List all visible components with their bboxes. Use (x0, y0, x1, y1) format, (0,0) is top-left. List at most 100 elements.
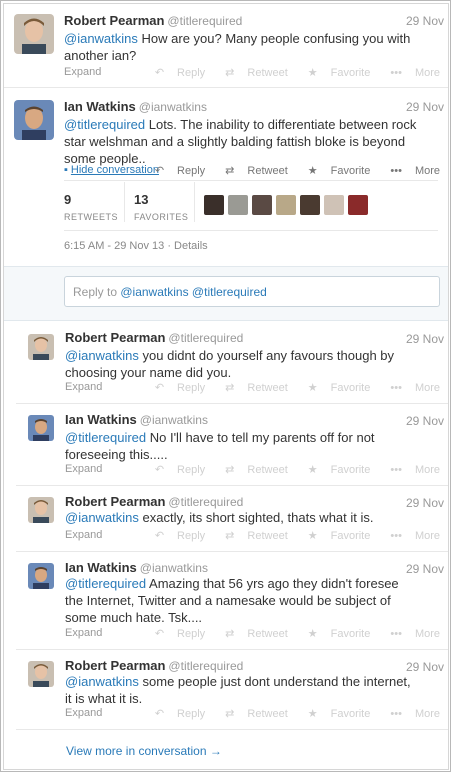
more-button[interactable]: ••• More (380, 67, 440, 79)
fullname[interactable]: Ian Watkins (65, 560, 137, 575)
retweet-icon: ⇄ (225, 530, 235, 542)
favorite-button[interactable]: ★ Favorite (298, 165, 371, 177)
more-button[interactable]: ••• More (380, 530, 440, 542)
favorite-button[interactable]: ★ Favorite (298, 530, 371, 542)
star-icon: ★ (307, 628, 318, 640)
avatar[interactable] (348, 195, 368, 215)
retweet-button[interactable]: ⇄ Retweet (215, 530, 288, 542)
avatar[interactable] (28, 415, 54, 441)
more-button[interactable]: ••• More (380, 382, 440, 394)
avatar[interactable] (14, 100, 54, 140)
favorite-button[interactable]: ★ Favorite (298, 628, 371, 640)
retweet-icon: ⇄ (225, 464, 235, 476)
handle[interactable]: @ianwatkins (139, 100, 207, 114)
mention-link[interactable]: @titlerequired (65, 430, 146, 445)
timestamp[interactable]: 29 Nov (406, 14, 444, 28)
tweet-text: @ianwatkins some people just dont unders… (65, 673, 420, 707)
reply-icon: ↶ (154, 708, 165, 720)
retweet-icon: ⇄ (225, 708, 235, 720)
reply-button[interactable]: ↶ Reply (145, 464, 205, 476)
avatar[interactable] (276, 195, 296, 215)
handle[interactable]: @titlerequired (167, 14, 242, 28)
reply-button[interactable]: ↶ Reply (145, 67, 205, 79)
expand-link[interactable]: Expand (65, 529, 102, 541)
fullname[interactable]: Robert Pearman (65, 658, 165, 673)
reply-mention: @ianwatkins (120, 285, 189, 299)
more-button[interactable]: ••• More (380, 628, 440, 640)
avatar[interactable] (204, 195, 224, 215)
avatar[interactable] (228, 195, 248, 215)
mention-link[interactable]: @ianwatkins (65, 348, 139, 363)
favorite-button[interactable]: ★ Favorite (298, 464, 371, 476)
tweet-actions: ↶ Reply ⇄ Retweet ★ Favorite ••• More (135, 381, 440, 394)
expand-link[interactable]: Expand (65, 707, 102, 719)
avatar[interactable] (28, 334, 54, 360)
fullname[interactable]: Ian Watkins (65, 412, 137, 427)
handle[interactable]: @titlerequired (168, 495, 243, 509)
avatar[interactable] (28, 661, 54, 687)
view-more-link[interactable]: View more in conversation → (66, 744, 222, 758)
more-button[interactable]: ••• More (380, 708, 440, 720)
expand-link[interactable]: Expand (65, 627, 102, 639)
fullname[interactable]: Robert Pearman (64, 13, 164, 28)
favorite-button[interactable]: ★ Favorite (298, 382, 371, 394)
reply-button[interactable]: ↶ Reply (145, 382, 205, 394)
fullname[interactable]: Robert Pearman (65, 494, 165, 509)
handle[interactable]: @titlerequired (168, 659, 243, 673)
avatar[interactable] (324, 195, 344, 215)
tweet-detail-time[interactable]: 6:15 AM - 29 Nov 13 · Details (64, 240, 208, 252)
conversation-tweet[interactable]: Robert Pearman @titlerequired 29 Nov @ian… (16, 322, 448, 404)
timestamp[interactable]: 29 Nov (406, 414, 444, 428)
favorites-stat[interactable]: 13 FAVORITES (134, 192, 188, 222)
tweet-header: Ian Watkins @ianwatkins (65, 412, 208, 427)
reply-button[interactable]: ↶ Reply (145, 530, 205, 542)
mention-link[interactable]: @ianwatkins (64, 31, 138, 46)
timestamp[interactable]: 29 Nov (406, 332, 444, 346)
timestamp[interactable]: 29 Nov (406, 496, 444, 510)
more-button[interactable]: ••• More (380, 165, 440, 177)
timestamp[interactable]: 29 Nov (406, 100, 444, 114)
mention-link[interactable]: @ianwatkins (65, 674, 139, 689)
conversation-tweet[interactable]: Robert Pearman @titlerequired 29 Nov @ian… (16, 650, 448, 730)
handle[interactable]: @titlerequired (168, 331, 243, 345)
avatar[interactable] (252, 195, 272, 215)
fullname[interactable]: Robert Pearman (65, 330, 165, 345)
more-button[interactable]: ••• More (380, 464, 440, 476)
conversation-tweet[interactable]: Ian Watkins @ianwatkins 29 Nov @titlerequ… (16, 404, 448, 486)
retweets-stat[interactable]: 9 RETWEETS (64, 192, 118, 222)
avatar[interactable] (28, 497, 54, 523)
reply-button[interactable]: ↶ Reply (145, 708, 205, 720)
tweet-1[interactable]: Robert Pearman @titlerequired 29 Nov @ian… (4, 4, 448, 88)
expand-link[interactable]: Expand (64, 66, 101, 78)
avatar[interactable] (28, 563, 54, 589)
ellipsis-icon: ••• (390, 382, 402, 394)
retweet-button[interactable]: ⇄ Retweet (215, 165, 288, 177)
mention-link[interactable]: @titlerequired (64, 117, 145, 132)
star-icon: ★ (307, 165, 318, 177)
expand-link[interactable]: Expand (65, 381, 102, 393)
timestamp[interactable]: 29 Nov (406, 660, 444, 674)
avatar[interactable] (300, 195, 320, 215)
retweet-button[interactable]: ⇄ Retweet (215, 67, 288, 79)
reply-button[interactable]: ↶ Reply (145, 165, 205, 177)
mention-link[interactable]: @titlerequired (65, 576, 146, 591)
handle[interactable]: @ianwatkins (140, 413, 208, 427)
conversation-tweet[interactable]: Ian Watkins @ianwatkins 29 Nov @titlerequ… (16, 552, 448, 650)
avatar[interactable] (14, 14, 54, 54)
retweet-button[interactable]: ⇄ Retweet (215, 628, 288, 640)
favorite-button[interactable]: ★ Favorite (298, 708, 371, 720)
retweet-button[interactable]: ⇄ Retweet (215, 382, 288, 394)
fullname[interactable]: Ian Watkins (64, 99, 136, 114)
favorite-button[interactable]: ★ Favorite (298, 67, 371, 79)
reply-input[interactable]: Reply to @ianwatkins @titlerequired (64, 276, 440, 307)
timestamp[interactable]: 29 Nov (406, 562, 444, 576)
mention-link[interactable]: @ianwatkins (65, 510, 139, 525)
expand-link[interactable]: Expand (65, 463, 102, 475)
reply-button[interactable]: ↶ Reply (145, 628, 205, 640)
conversation-tweet[interactable]: Robert Pearman @titlerequired 29 Nov @ian… (16, 486, 448, 552)
tweet-header: Robert Pearman @titlerequired (64, 13, 242, 28)
retweet-icon: ⇄ (225, 382, 235, 394)
handle[interactable]: @ianwatkins (140, 561, 208, 575)
retweet-button[interactable]: ⇄ Retweet (215, 708, 288, 720)
retweet-button[interactable]: ⇄ Retweet (215, 464, 288, 476)
